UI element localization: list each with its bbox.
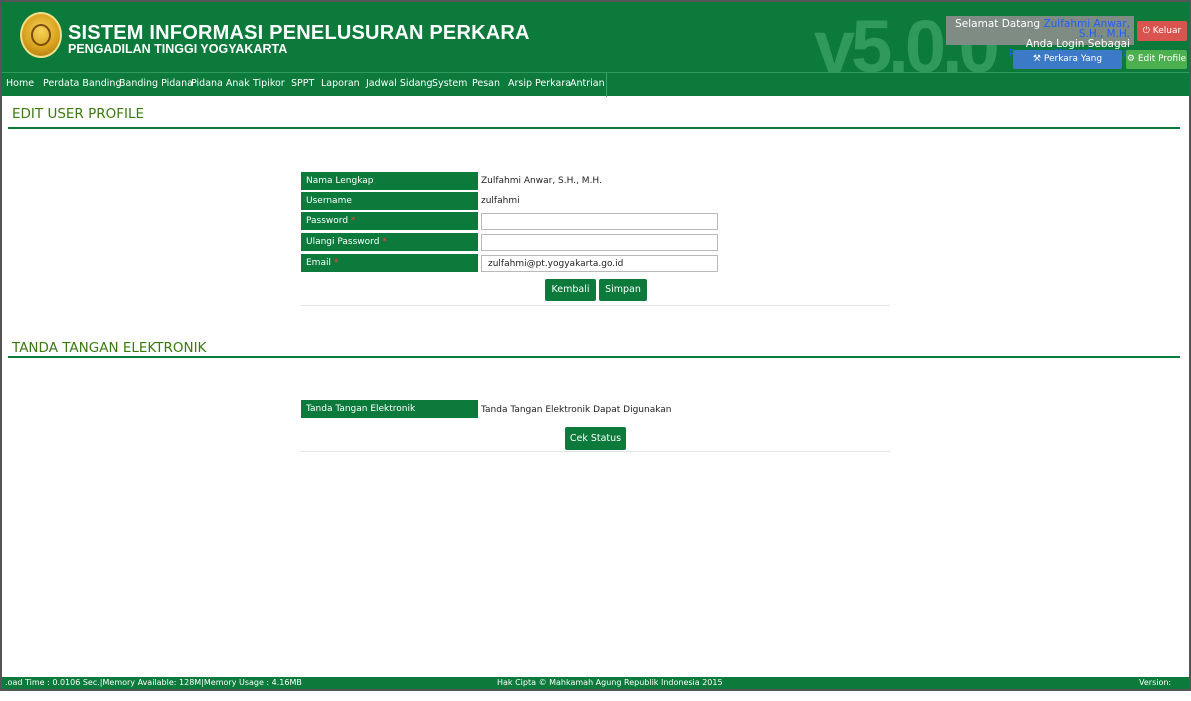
gear-icon: ⚙ [1126, 54, 1135, 64]
full-name-value: Zulfahmi Anwar, S.H., M.H. [481, 176, 602, 186]
footer-bar: .oad Time : 0.0106 Sec.|Memory Available… [2, 677, 1189, 699]
username-value: zulfahmi [481, 196, 520, 206]
required-marker: * [350, 216, 356, 226]
repeat-password-label-cell: Ulangi Password * [301, 233, 478, 251]
footer-version: Version: 5.0.0 [1139, 678, 1172, 699]
email-field[interactable] [481, 255, 718, 272]
nav-item-arsip-perkara[interactable]: Arsip Perkara [508, 73, 571, 97]
nav-item-pesan[interactable]: Pesan [472, 73, 500, 97]
password-field[interactable] [481, 213, 718, 230]
repeat-password-field[interactable] [481, 234, 718, 251]
logout-label: Keluar [1152, 26, 1182, 36]
gavel-icon: ⚒ [1032, 54, 1041, 64]
logout-button[interactable]: ⏻ Keluar [1137, 21, 1187, 41]
save-button[interactable]: Simpan [599, 279, 647, 301]
esign-status: Tanda Tangan Elektronik Dapat Digunakan [481, 405, 672, 415]
username-label: Username [301, 192, 478, 210]
main-nav: Home Perdata Banding Banding Pidana Pida… [2, 72, 1189, 97]
court-logo [20, 12, 62, 58]
full-name-label: Nama Lengkap [301, 172, 478, 190]
nav-item-antrian[interactable]: Antrian [570, 73, 605, 97]
required-marker: * [333, 258, 339, 268]
footer-copyright: Hak Cipta © Mahkamah Agung Republik Indo… [497, 678, 723, 687]
esign-section-divider [8, 356, 1180, 358]
nav-item-sppt[interactable]: SPPT [291, 73, 314, 97]
cases-handled-button[interactable]: ⚒ Perkara Yang Ditangani [1013, 50, 1122, 69]
nav-item-banding-pidana[interactable]: Banding Pidana [119, 73, 193, 97]
esign-section-title: TANDA TANGAN ELEKTRONIK [12, 340, 207, 356]
app-subtitle: PENGADILAN TINGGI YOGYAKARTA [68, 42, 288, 56]
profile-form-divider [301, 305, 890, 306]
back-button[interactable]: Kembali [545, 279, 596, 301]
edit-profile-button[interactable]: ⚙ Edit Profile [1126, 50, 1187, 69]
nav-item-pidana-anak[interactable]: Pidana Anak [191, 73, 250, 97]
power-icon: ⏻ [1142, 26, 1150, 36]
esign-divider [301, 451, 890, 452]
edit-profile-label: Edit Profile [1137, 54, 1187, 64]
password-label-cell: Password * [301, 212, 478, 230]
nav-item-laporan[interactable]: Laporan [321, 73, 360, 97]
nav-item-tipikor[interactable]: Tipikor [253, 73, 285, 97]
profile-section-divider [8, 127, 1180, 129]
footer-stats: .oad Time : 0.0106 Sec.|Memory Available… [5, 678, 302, 687]
nav-item-system[interactable]: System [432, 73, 467, 97]
password-label: Password [306, 216, 349, 226]
profile-section-title: EDIT USER PROFILE [12, 106, 145, 122]
app-header: SISTEM INFORMASI PENELUSURAN PERKARA PEN… [2, 2, 1189, 72]
email-label-cell: Email * [301, 254, 478, 272]
greeting-prefix: Selamat Datang [955, 18, 1041, 30]
repeat-password-label: Ulangi Password [306, 237, 380, 247]
email-label: Email [306, 258, 331, 268]
cases-handled-label: Perkara Yang Ditangani [1043, 54, 1103, 64]
nav-divider [606, 73, 607, 97]
esign-label: Tanda Tangan Elektronik [301, 400, 478, 418]
nav-item-jadwal-sidang[interactable]: Jadwal Sidang [366, 73, 432, 97]
check-status-button[interactable]: Cek Status [565, 427, 626, 450]
user-name: Zulfahmi Anwar, S.H., M.H. [1043, 18, 1130, 40]
nav-item-home[interactable]: Home [6, 73, 34, 97]
nav-item-perdata-banding[interactable]: Perdata Banding [43, 73, 121, 97]
user-info-box: Selamat Datang Zulfahmi Anwar, S.H., M.H… [946, 16, 1134, 59]
required-marker: * [382, 237, 387, 247]
